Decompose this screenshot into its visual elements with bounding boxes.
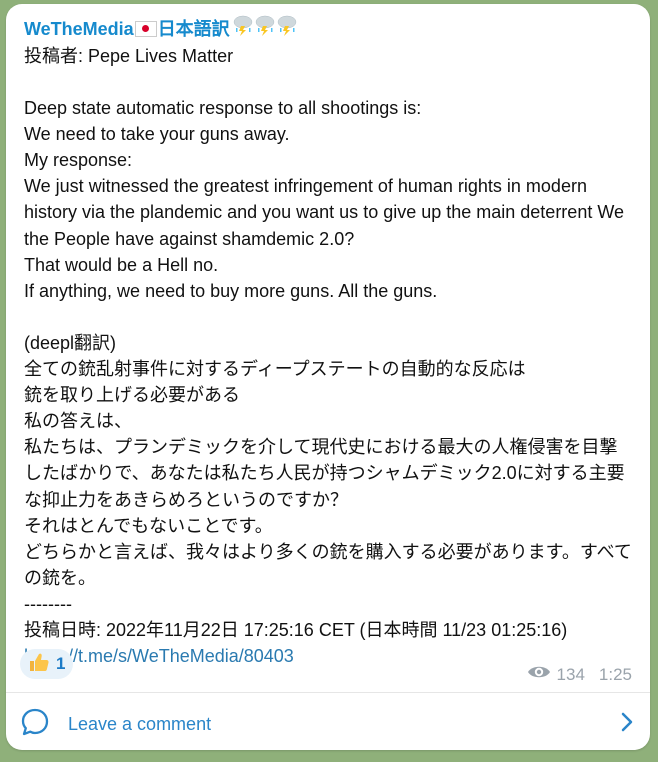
message-time: 1:25 [598, 664, 632, 684]
japan-flag-icon [134, 20, 157, 37]
channel-name-suffix[interactable]: 日本語訳 [158, 16, 230, 42]
thunder-cloud-icon [232, 14, 298, 43]
leave-comment-label: Leave a comment [68, 713, 212, 734]
view-count: 134 [556, 664, 585, 684]
channel-header[interactable]: WeTheMedia 日本語訳 [24, 14, 634, 43]
comment-bubble-icon [20, 707, 50, 742]
message-meta: 134 1:25 [527, 664, 632, 685]
divider [6, 692, 650, 693]
channel-name[interactable]: WeTheMedia [24, 16, 134, 42]
reaction-chip[interactable]: 1 [20, 649, 74, 679]
thumbs-up-icon [28, 651, 50, 678]
message-bubble: WeTheMedia 日本語訳 投稿者: Pepe Lives Matter D… [6, 4, 650, 750]
message-content: WeTheMedia 日本語訳 投稿者: Pepe Lives Matter D… [24, 14, 634, 669]
author-line: 投稿者: Pepe Lives Matter [24, 46, 234, 66]
message-body: Deep state automatic response to all sho… [24, 98, 632, 640]
reaction-count: 1 [56, 654, 66, 673]
leave-comment-button[interactable]: Leave a comment [20, 706, 634, 742]
eye-icon [527, 664, 551, 685]
chevron-right-icon [620, 711, 634, 738]
